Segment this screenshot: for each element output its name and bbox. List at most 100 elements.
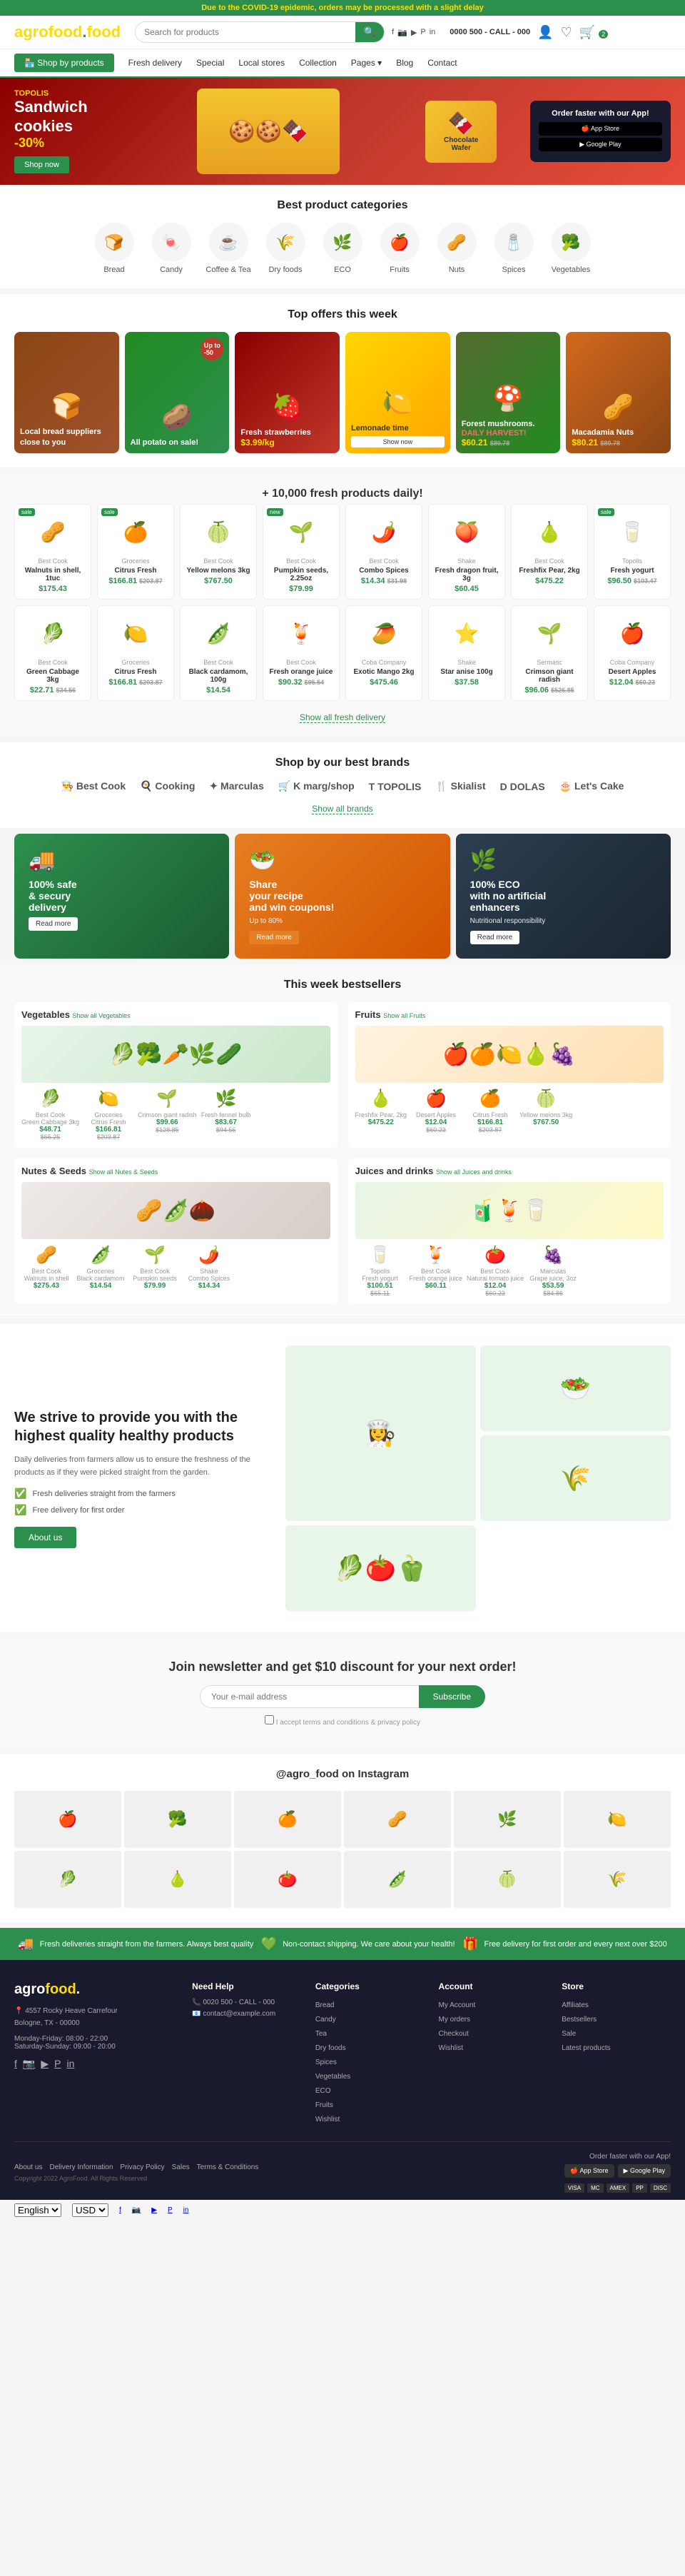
footer-cat-eco[interactable]: ECO xyxy=(315,2087,331,2095)
footer-cat-spices[interactable]: Spices xyxy=(315,2059,337,2066)
special-nav[interactable]: Special xyxy=(196,55,224,71)
footer-wishlist-link[interactable]: Wishlist xyxy=(439,2044,463,2052)
product-cardamom[interactable]: 🫛 Best Cook Black cardamom, 100g $14.54 xyxy=(180,605,257,701)
footer-affiliates-link[interactable]: Affiliates xyxy=(562,2001,589,2009)
bs-product-radish[interactable]: 🌱 Crimson giant radish $99.66 $128.85 xyxy=(138,1089,197,1141)
product-walnuts[interactable]: sale 🥜 Best Cook Walnuts in shell, 1tuc … xyxy=(14,504,91,600)
bs-product-melon[interactable]: 🍈 Yellow melons 3kg $767.50 xyxy=(519,1089,572,1133)
footer-linkedin-link[interactable]: in xyxy=(66,2058,74,2070)
offer-strawberry[interactable]: 🍓 Fresh strawberries $3.99/kg xyxy=(235,332,340,453)
instagram-item-4[interactable]: 🥜 xyxy=(344,1791,451,1848)
category-spices[interactable]: 🧂 Spices xyxy=(489,223,539,274)
footer-cat-vegetables[interactable]: Vegetables xyxy=(315,2073,351,2081)
product-orange-juice[interactable]: 🍹 Best Cook Fresh orange juice $90.32 $9… xyxy=(263,605,340,701)
bottom-instagram-link[interactable]: 📷 xyxy=(132,2206,141,2214)
fresh-delivery-nav[interactable]: Fresh delivery xyxy=(128,55,182,71)
bs-product-cardamom[interactable]: 🫛 GroceriesBlack cardamom $14.54 xyxy=(76,1245,126,1290)
footer-google-play-badge[interactable]: ▶ Google Play xyxy=(618,2164,671,2178)
footer-youtube-link[interactable]: ▶ xyxy=(41,2058,49,2070)
footer-delivery-info-link[interactable]: Delivery Information xyxy=(49,2163,113,2171)
instagram-link[interactable]: 📷 xyxy=(397,28,407,37)
logo[interactable]: agrofood.food xyxy=(14,23,121,41)
bs-product-walnuts[interactable]: 🥜 Best CookWalnuts in shell $275.43 xyxy=(21,1245,71,1290)
footer-cat-tea[interactable]: Tea xyxy=(315,2030,327,2038)
footer-cat-bread[interactable]: Bread xyxy=(315,2001,335,2009)
collection-nav[interactable]: Collection xyxy=(299,55,337,71)
newsletter-email-input[interactable] xyxy=(200,1685,419,1708)
product-dragon-fruit[interactable]: 🍑 Shake Fresh dragon fruit, 3g $60.45 xyxy=(428,504,505,600)
youtube-link[interactable]: ▶ xyxy=(411,28,417,37)
terms-checkbox[interactable] xyxy=(265,1715,274,1724)
user-icon[interactable]: 👤 xyxy=(537,25,553,40)
footer-instagram-link[interactable]: 📷 xyxy=(23,2058,35,2070)
offer-mushroom[interactable]: 🍄 Forest mushrooms. DAILY HARVEST! $60.2… xyxy=(456,332,561,453)
currency-selector[interactable]: USD xyxy=(72,2203,108,2217)
instagram-item-8[interactable]: 🍐 xyxy=(124,1851,231,1908)
instagram-item-3[interactable]: 🍊 xyxy=(234,1791,341,1848)
brand-topolis[interactable]: T TOPOLIS xyxy=(369,781,422,792)
instagram-item-6[interactable]: 🍋 xyxy=(564,1791,671,1848)
cart-icon[interactable]: 🛒 2 xyxy=(579,25,608,40)
footer-checkout-link[interactable]: Checkout xyxy=(439,2030,469,2038)
search-input[interactable] xyxy=(136,22,355,42)
product-cabbage[interactable]: 🥬 Best Cook Green Cabbage 3kg $22.71 $34… xyxy=(14,605,91,701)
bs-product-cabbage[interactable]: 🥬 Best CookGreen Cabbage 3kg $48.71 $65.… xyxy=(21,1089,79,1141)
footer-about-us-link[interactable]: About us xyxy=(14,2163,42,2171)
show-all-fresh-link[interactable]: Show all fresh delivery xyxy=(300,712,385,723)
footer-bestsellers-link[interactable]: Bestsellers xyxy=(562,2016,597,2024)
bs-product-citrus-f[interactable]: 🍊 Citrus Fresh $166.81 $203.87 xyxy=(465,1089,515,1133)
category-eco[interactable]: 🌿 ECO xyxy=(318,223,367,274)
product-citrus2[interactable]: 🍋 Groceries Citrus Fresh $166.81 $203.87 xyxy=(97,605,174,701)
offer-bread[interactable]: 🍞 Local bread suppliers close to you xyxy=(14,332,119,453)
bs-product-orange-juice[interactable]: 🍹 Best CookFresh orange juice $60.11 xyxy=(410,1245,463,1297)
footer-pinterest-link[interactable]: P xyxy=(54,2058,61,2070)
subscribe-button[interactable]: Subscribe xyxy=(419,1685,485,1708)
instagram-item-5[interactable]: 🌿 xyxy=(454,1791,561,1848)
bs-product-citrus[interactable]: 🍋 GroceriesCitrus Fresh $166.81 $203.87 xyxy=(83,1089,133,1141)
bs-product-fennel[interactable]: 🌿 Fresh fennel bulb $83.67 $94.56 xyxy=(201,1089,251,1141)
offer-macadamia[interactable]: 🥜 Macadamia Nuts $80.21 $80.78 xyxy=(566,332,671,453)
category-fruits[interactable]: 🍎 Fruits xyxy=(375,223,425,274)
footer-sale-link[interactable]: Sale xyxy=(562,2030,576,2038)
brand-marculas[interactable]: ✦ Marculas xyxy=(209,780,263,792)
footer-app-store-badge[interactable]: 🍎 App Store xyxy=(564,2164,614,2178)
wishlist-icon[interactable]: ♡ xyxy=(561,25,572,40)
footer-terms-link[interactable]: Terms & Conditions xyxy=(197,2163,259,2171)
brand-kmarg[interactable]: 🛒 K marg/shop xyxy=(278,780,355,792)
category-dry-foods[interactable]: 🌾 Dry foods xyxy=(260,223,310,274)
category-vegetables[interactable]: 🥦 Vegetables xyxy=(546,223,596,274)
footer-latest-products-link[interactable]: Latest products xyxy=(562,2044,610,2052)
product-apples[interactable]: 🍎 Coba Company Desert Apples $12.04 $60.… xyxy=(594,605,671,701)
brand-dolas[interactable]: D DOLAS xyxy=(500,781,545,792)
bottom-facebook-link[interactable]: f xyxy=(119,2206,121,2214)
instagram-item-11[interactable]: 🍈 xyxy=(454,1851,561,1908)
pinterest-link[interactable]: P xyxy=(420,28,425,36)
product-pumpkin-seeds[interactable]: new 🌱 Best Cook Pumpkin seeds, 2.25oz $7… xyxy=(263,504,340,600)
instagram-item-10[interactable]: 🫛 xyxy=(344,1851,451,1908)
product-pear[interactable]: 🍐 Best Cook Freshfix Pear, 2kg $475.22 xyxy=(511,504,588,600)
bs-product-yogurt[interactable]: 🥛 TopolisFresh yogurt $100.51 $65.11 xyxy=(355,1245,405,1297)
footer-logo[interactable]: agrofood. xyxy=(14,1981,178,1998)
bs-product-pumpkin[interactable]: 🌱 Best CookPumpkin seeds $79.99 xyxy=(130,1245,180,1290)
brand-best-cook[interactable]: 👨‍🍳 Best Cook xyxy=(61,780,126,792)
category-nuts[interactable]: 🥜 Nuts xyxy=(432,223,482,274)
hero-shop-now-button[interactable]: Shop now xyxy=(14,156,69,173)
instagram-item-9[interactable]: 🍅 xyxy=(234,1851,341,1908)
instagram-item-2[interactable]: 🥦 xyxy=(124,1791,231,1848)
blog-nav[interactable]: Blog xyxy=(396,55,413,71)
category-bread[interactable]: 🍞 Bread xyxy=(89,223,139,274)
product-mango[interactable]: 🥭 Coba Company Exotic Mango 2kg $475.46 xyxy=(345,605,422,701)
footer-sales-link[interactable]: Sales xyxy=(172,2163,190,2171)
product-star-anise[interactable]: ⭐ Shake Star anise 100g $37.58 xyxy=(428,605,505,701)
brand-skialist[interactable]: 🍴 Skialist xyxy=(435,780,485,792)
instagram-item-12[interactable]: 🌾 xyxy=(564,1851,671,1908)
linkedin-link[interactable]: in xyxy=(430,28,436,36)
about-us-button[interactable]: About us xyxy=(14,1527,76,1548)
safe-delivery-read-more-button[interactable]: Read more xyxy=(29,917,78,931)
footer-cat-fruits[interactable]: Fruits xyxy=(315,2101,333,2109)
bottom-youtube-link[interactable]: ▶ xyxy=(151,2206,157,2214)
product-combo-spices[interactable]: 🌶️ Best Cook Combo Spices $14.34 $31.98 xyxy=(345,504,422,600)
bs-product-apples[interactable]: 🍎 Desert Apples $12.04 $60.23 xyxy=(411,1089,461,1133)
facebook-link[interactable]: f xyxy=(392,28,394,36)
search-button[interactable]: 🔍 xyxy=(355,22,385,42)
